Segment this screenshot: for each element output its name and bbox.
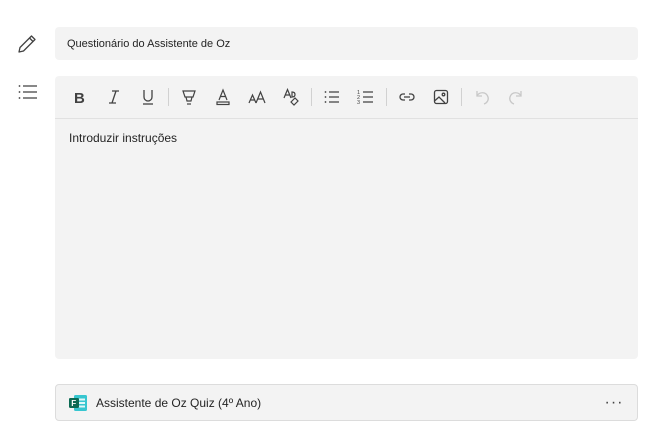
clear-format-button[interactable] [274, 82, 308, 112]
image-button[interactable] [424, 82, 458, 112]
link-button[interactable] [390, 82, 424, 112]
toolbar-divider [386, 88, 387, 106]
font-color-button[interactable] [206, 82, 240, 112]
quiz-title-field[interactable]: Questionário do Assistente de Oz [55, 27, 638, 60]
clear-format-icon [282, 88, 300, 106]
attachment-title: Assistente de Oz Quiz (4º Ano) [96, 395, 262, 410]
instructions-editor[interactable]: B 1 2 3 Introduzir instruções [55, 76, 638, 359]
more-options-button[interactable]: ··· [597, 388, 631, 418]
highlight-button[interactable] [172, 82, 206, 112]
italic-button[interactable] [97, 82, 131, 112]
formatting-toolbar: B 1 2 3 [55, 76, 638, 119]
bold-icon: B [71, 88, 89, 106]
font-size-button[interactable] [240, 82, 274, 112]
redo-icon [507, 88, 525, 106]
bullet-list-button[interactable] [315, 82, 349, 112]
svg-text:B: B [74, 90, 85, 106]
bullet-list-icon [323, 88, 341, 106]
toolbar-divider [168, 88, 169, 106]
attachment-card[interactable]: F Assistente de Oz Quiz (4º Ano) ··· [55, 384, 638, 421]
underline-icon [139, 88, 157, 106]
instructions-text[interactable]: Introduzir instruções [55, 119, 638, 157]
redo-button[interactable] [499, 82, 533, 112]
toolbar-divider [461, 88, 462, 106]
numbered-list-button[interactable]: 123 [349, 82, 383, 112]
list-icon [17, 82, 39, 104]
quiz-title-text: Questionário do Assistente de Oz [67, 37, 231, 50]
underline-button[interactable] [131, 82, 165, 112]
svg-text:F: F [71, 399, 76, 408]
highlight-icon [180, 88, 198, 106]
italic-icon [105, 88, 123, 106]
link-icon [398, 88, 416, 106]
undo-button[interactable] [465, 82, 499, 112]
microsoft-forms-icon: F [68, 394, 88, 412]
font-size-icon [248, 88, 266, 106]
undo-icon [473, 88, 491, 106]
image-icon [432, 88, 450, 106]
pencil-icon [16, 33, 38, 55]
font-color-icon [214, 88, 232, 106]
toolbar-divider [311, 88, 312, 106]
svg-text:3: 3 [357, 100, 360, 106]
numbered-list-icon: 123 [357, 88, 375, 106]
bold-button[interactable]: B [63, 82, 97, 112]
